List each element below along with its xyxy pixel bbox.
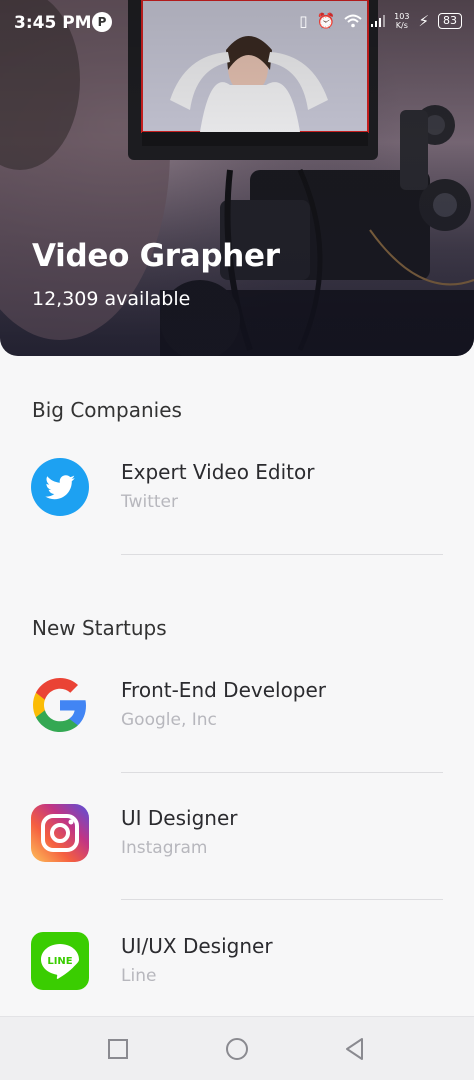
job-item-ui-designer[interactable]: UI Designer Instagram <box>0 804 474 900</box>
instagram-logo-icon <box>31 804 89 862</box>
job-item-ui-ux-designer[interactable]: LINE UI/UX Designer Line <box>0 932 474 1028</box>
alarm-icon: ⏰ <box>316 12 336 30</box>
vibrate-icon: ▯ <box>299 12 308 30</box>
job-item-expert-video-editor[interactable]: Expert Video Editor Twitter <box>0 458 474 554</box>
twitter-logo-icon <box>31 458 89 516</box>
status-time: 3:45 PM <box>14 13 92 33</box>
line-logo-icon: LINE <box>31 932 89 990</box>
battery-level: 83 <box>438 13 462 29</box>
hero-banner[interactable]: 3:45 PM P ▯ ⏰ 103 K/s ⚡ 83 Video Grapher … <box>0 0 474 356</box>
home-icon[interactable] <box>223 1035 251 1063</box>
notification-app-icon: P <box>92 12 112 32</box>
section-title-new-startups: New Startups <box>32 616 167 640</box>
company-name: Google, Inc <box>121 710 217 730</box>
status-bar: 3:45 PM P ▯ ⏰ 103 K/s ⚡ 83 <box>0 0 474 48</box>
hero-subtitle: 12,309 available <box>32 288 191 310</box>
network-speed-value: 103 <box>394 12 410 21</box>
job-item-front-end-developer[interactable]: Front-End Developer Google, Inc <box>0 676 474 772</box>
hero-title: Video Grapher <box>32 238 280 274</box>
job-title: UI Designer <box>121 806 238 830</box>
charging-icon: ⚡ <box>418 12 429 30</box>
system-navigation-bar <box>0 1016 474 1080</box>
network-speed-unit: K/s <box>395 21 408 30</box>
svg-text:LINE: LINE <box>47 956 72 967</box>
company-name: Instagram <box>121 838 208 858</box>
company-name: Twitter <box>121 492 178 512</box>
divider <box>121 772 443 773</box>
google-logo-icon <box>33 678 86 732</box>
company-name: Line <box>121 966 157 986</box>
recents-icon[interactable] <box>104 1035 132 1063</box>
divider <box>121 899 443 900</box>
wifi-icon <box>344 14 362 28</box>
divider <box>121 554 443 555</box>
network-speed: 103 K/s <box>394 12 409 30</box>
job-title: Front-End Developer <box>121 678 327 702</box>
status-icons: ▯ ⏰ 103 K/s ⚡ 83 <box>299 12 462 30</box>
signal-icon <box>371 15 386 27</box>
job-title: Expert Video Editor <box>121 460 315 484</box>
back-icon[interactable] <box>341 1035 369 1063</box>
job-title: UI/UX Designer <box>121 934 273 958</box>
section-title-big-companies: Big Companies <box>32 398 182 422</box>
